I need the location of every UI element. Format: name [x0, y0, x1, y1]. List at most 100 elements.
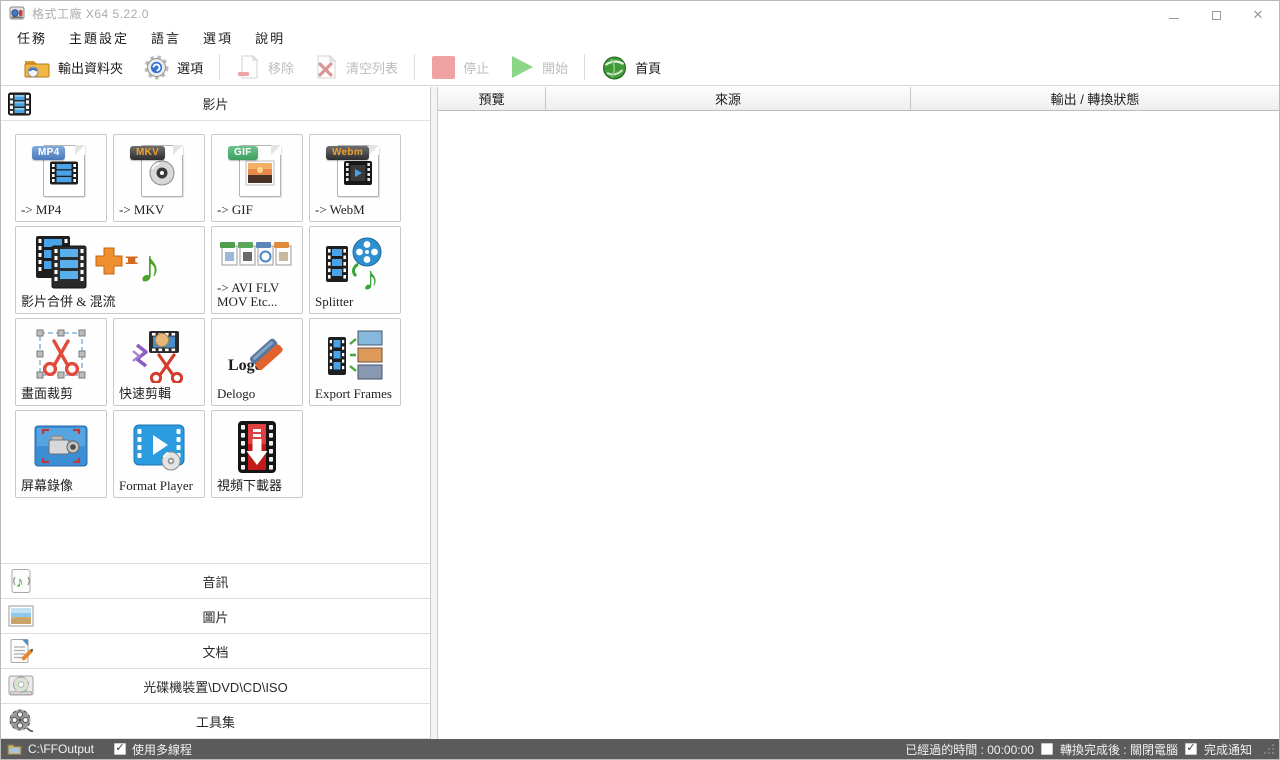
- tile-label: Splitter: [315, 294, 354, 310]
- quick-clip-icon: [114, 319, 204, 387]
- remove-icon: [236, 54, 261, 80]
- output-path-folder-icon: [7, 743, 22, 756]
- remove-label: 移除: [268, 60, 295, 76]
- clear-list-button[interactable]: 清空列表: [304, 52, 408, 82]
- tile-label: 視頻下載器: [217, 478, 283, 494]
- tile-label: Export Frames: [315, 386, 392, 402]
- tile-crop[interactable]: 畫面裁剪: [15, 318, 107, 406]
- category-audio[interactable]: ♪ 音訊: [1, 564, 430, 599]
- stop-label: 停止: [463, 60, 490, 76]
- start-button[interactable]: 開始: [499, 52, 578, 82]
- video-tools-grid: MP4 -> MP4 MKV -> MKV GIF -> GIF Webm ->…: [15, 134, 401, 498]
- tile-to-gif[interactable]: GIF -> GIF: [211, 134, 303, 222]
- tile-to-avi-flv-mov[interactable]: -> AVI FLV MOV Etc...: [211, 226, 303, 314]
- title-bar: 格式工廠 X64 5.22.0 ✕: [1, 1, 1279, 25]
- category-picture[interactable]: 圖片: [1, 599, 430, 634]
- delogo-eraser-icon: Logo: [212, 319, 302, 387]
- category-toolset[interactable]: 工具集: [1, 704, 430, 739]
- mkv-file-icon: MKV: [114, 135, 204, 203]
- tile-video-downloader[interactable]: 視頻下載器: [211, 410, 303, 498]
- output-path[interactable]: C:\FFOutput: [28, 742, 94, 756]
- toolbar: 輸出資料夾 選項 移除 清空列表 停止 開始 首頁: [1, 49, 1279, 86]
- tile-splitter[interactable]: ♪ Splitter: [309, 226, 401, 314]
- tile-merge-mux[interactable]: 𝄺 ♪ 影片合併 & 混流: [15, 226, 205, 314]
- menu-theme-settings[interactable]: 主題設定: [69, 28, 129, 47]
- tile-label: 畫面裁剪: [21, 386, 74, 402]
- tile-delogo[interactable]: Logo Delogo: [211, 318, 303, 406]
- mp4-file-icon: MP4: [16, 135, 106, 203]
- start-icon: [509, 54, 535, 80]
- tile-quick-clip[interactable]: 快速剪輯: [113, 318, 205, 406]
- toolbar-separator: [219, 54, 221, 80]
- tile-label: 屏幕錄像: [21, 478, 74, 494]
- category-video-header[interactable]: 影片: [1, 87, 430, 121]
- minimize-icon: [1169, 17, 1179, 19]
- mkv-badge: MKV: [130, 145, 166, 160]
- status-bar: C:\FFOutput 使用多線程 已經過的時間 : 00:00:00 轉換完成…: [1, 739, 1279, 759]
- category-list: ♪ 音訊 圖片 文档 光碟機裝置\DVD\CD\ISO 工具集: [1, 563, 430, 739]
- menu-language[interactable]: 語言: [151, 28, 181, 47]
- svg-text:♪: ♪: [138, 240, 161, 292]
- menu-help[interactable]: 說明: [255, 28, 285, 47]
- category-label: 文档: [202, 644, 229, 660]
- notify-checkbox[interactable]: [1184, 743, 1197, 755]
- splitter-icon: ♪: [310, 227, 400, 295]
- clear-list-label: 清空列表: [346, 60, 399, 76]
- mp4-badge: MP4: [32, 145, 66, 160]
- column-output-status[interactable]: 輸出 / 轉換狀態: [911, 87, 1279, 111]
- category-label: 音訊: [202, 574, 229, 590]
- category-label: 工具集: [195, 714, 235, 730]
- document-icon: [8, 638, 34, 664]
- notify-label: 完成通知: [1203, 742, 1252, 757]
- task-list-panel: 預覽 來源 輸出 / 轉換狀態: [437, 87, 1279, 739]
- sidebar: 影片 MP4 -> MP4 MKV -> MKV GIF -> GIF Webm…: [1, 87, 431, 739]
- remove-button[interactable]: 移除: [226, 52, 304, 82]
- home-button[interactable]: 首頁: [591, 52, 671, 82]
- app-icon: [9, 5, 25, 21]
- output-folder-button[interactable]: 輸出資料夾: [13, 52, 133, 82]
- category-document[interactable]: 文档: [1, 634, 430, 669]
- home-label: 首頁: [635, 60, 662, 76]
- tile-label: Delogo: [217, 386, 256, 402]
- tile-screen-record[interactable]: 屏幕錄像: [15, 410, 107, 498]
- gif-file-icon: GIF: [212, 135, 302, 203]
- video-downloader-icon: [212, 411, 302, 479]
- tile-label: -> MP4: [21, 202, 62, 218]
- gif-badge: GIF: [228, 145, 258, 160]
- stop-button[interactable]: 停止: [421, 52, 499, 82]
- task-list-body[interactable]: [438, 111, 1279, 739]
- picture-icon: [8, 604, 34, 628]
- tile-format-player[interactable]: Format Player: [113, 410, 205, 498]
- category-video-label: 影片: [202, 97, 229, 112]
- shutdown-checkbox[interactable]: [1040, 743, 1053, 755]
- tile-export-frames[interactable]: Export Frames: [309, 318, 401, 406]
- multithread-label: 使用多線程: [132, 742, 193, 757]
- category-disc[interactable]: 光碟機裝置\DVD\CD\ISO: [1, 669, 430, 704]
- menu-bar: 任務 主題設定 語言 選項 說明: [1, 25, 1279, 49]
- category-label: 光碟機裝置\DVD\CD\ISO: [143, 679, 288, 695]
- options-button[interactable]: 選項: [133, 52, 213, 82]
- svg-text:♪: ♪: [362, 260, 379, 292]
- tile-label: -> AVI FLV MOV Etc...: [217, 279, 280, 310]
- column-source[interactable]: 來源: [546, 87, 911, 111]
- tile-to-webm[interactable]: Webm -> WebM: [309, 134, 401, 222]
- output-folder-label: 輸出資料夾: [58, 60, 124, 76]
- column-preview[interactable]: 預覽: [438, 87, 546, 111]
- tile-label: 快速剪輯: [119, 386, 172, 402]
- tile-to-mkv[interactable]: MKV -> MKV: [113, 134, 205, 222]
- screen-record-icon: [16, 411, 106, 479]
- tile-label: 影片合併 & 混流: [21, 294, 116, 310]
- clear-list-icon: [314, 54, 339, 80]
- options-label: 選項: [177, 60, 204, 76]
- tile-to-mp4[interactable]: MP4 -> MP4: [15, 134, 107, 222]
- webm-file-icon: Webm: [310, 135, 400, 203]
- menu-tasks[interactable]: 任務: [17, 28, 47, 47]
- multithread-checkbox[interactable]: [114, 743, 127, 755]
- close-icon: ✕: [1252, 7, 1264, 23]
- merge-mux-icon: 𝄺 ♪: [16, 227, 204, 295]
- webm-badge: Webm: [326, 145, 370, 160]
- resize-grip[interactable]: [1263, 743, 1275, 755]
- svg-text:𝄺: 𝄺: [125, 248, 138, 281]
- toolbar-separator: [584, 54, 586, 80]
- menu-options[interactable]: 選項: [203, 28, 233, 47]
